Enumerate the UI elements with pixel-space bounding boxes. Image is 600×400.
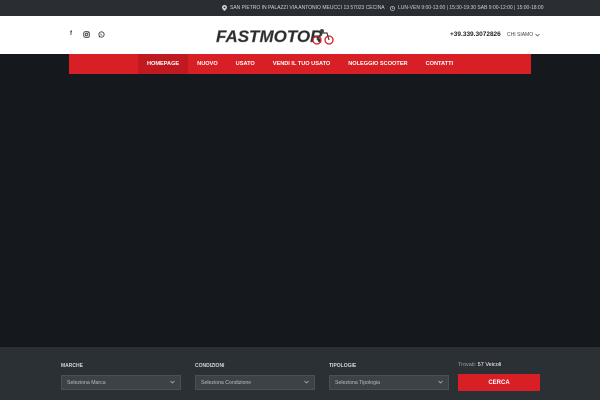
condizioni-label: CONDIZIONI (195, 363, 225, 369)
tipologie-value: Seleziona Tipologia (335, 379, 380, 386)
site-header: f FASTMOTOR +39.339.3072826 CHI SIAMO (0, 16, 600, 54)
nav-item-usato[interactable]: USATO (227, 54, 264, 74)
nav-item-nuovo[interactable]: NUOVO (188, 54, 227, 74)
logo-text: FASTMOTOR (216, 27, 323, 46)
condizioni-value: Seleziona Condizione (201, 379, 252, 386)
chi-siamo-label: CHI SIAMO (507, 32, 534, 38)
facebook-icon[interactable]: f (67, 30, 75, 38)
condizioni-select[interactable]: Seleziona Condizione (195, 375, 315, 390)
chevron-down-icon (438, 380, 443, 384)
chevron-down-icon (304, 380, 309, 384)
map-pin-icon (222, 5, 227, 11)
clock-icon (390, 5, 395, 11)
results-count: Trovati: 57 Veicoli (458, 362, 501, 368)
chevron-down-icon (170, 380, 175, 384)
instagram-icon[interactable] (82, 30, 90, 38)
main-nav: HOMEPAGE NUOVO USATO VENDI IL TUO USATO … (69, 54, 531, 74)
hero-area (0, 54, 600, 347)
social-links: f (67, 30, 105, 38)
address-info: SAN PIETRO IN PALAZZI VIA ANTONIO MEUCCI… (222, 0, 385, 16)
tipologie-label: TIPOLOGIE (329, 363, 357, 369)
chevron-down-icon (535, 33, 540, 37)
nav-item-homepage[interactable]: HOMEPAGE (137, 54, 189, 74)
nav-item-vendi[interactable]: VENDI IL TUO USATO (264, 54, 340, 74)
top-info-bar: SAN PIETRO IN PALAZZI VIA ANTONIO MEUCCI… (0, 0, 600, 16)
address-text: SAN PIETRO IN PALAZZI VIA ANTONIO MEUCCI… (230, 5, 385, 11)
hours-info: LUN-VEN 9:00-13:00 | 15:30-19:30 SAB 9:0… (390, 0, 543, 16)
hours-text: LUN-VEN 9:00-13:00 | 15:30-19:30 SAB 9:0… (398, 5, 544, 11)
chi-siamo-menu[interactable]: CHI SIAMO (507, 32, 540, 38)
marche-value: Seleziona Marca (67, 379, 106, 386)
phone-number[interactable]: +39.339.3072826 (450, 31, 501, 38)
found-label: Trovati: (458, 362, 477, 368)
nav-item-contatti[interactable]: CONTATTI (417, 54, 462, 74)
marche-select[interactable]: Seleziona Marca (61, 375, 181, 390)
tipologie-select[interactable]: Seleziona Tipologia (329, 375, 449, 390)
found-count: 57 Veicoli (477, 362, 502, 368)
cerca-button[interactable]: CERCA (458, 374, 540, 391)
marche-label: MARCHE (61, 363, 83, 369)
whatsapp-icon[interactable] (97, 30, 105, 38)
site-logo[interactable]: FASTMOTOR (214, 23, 336, 49)
nav-item-noleggio[interactable]: NOLEGGIO SCOOTER (339, 54, 416, 74)
